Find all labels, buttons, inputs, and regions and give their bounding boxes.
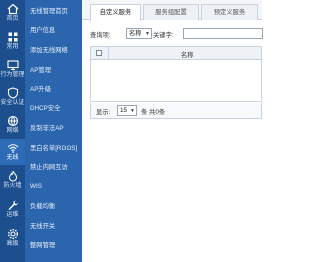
grid-icon	[8, 32, 17, 42]
nav-label: 常用	[6, 44, 19, 50]
show-label: 显示:	[96, 109, 111, 116]
submenu-item[interactable]: 用户信息	[25, 22, 82, 39]
record-count-text: 条 共0条	[141, 109, 166, 116]
submenu-item[interactable]: 负载均衡	[25, 198, 82, 215]
nav-common[interactable]: 常用	[0, 28, 25, 54]
submenu-item[interactable]: 无线管理首页	[25, 3, 82, 20]
tab-custom-service[interactable]: 自定义服务	[90, 4, 141, 21]
tab-bar: 自定义服务 服务组配置 预定义服务	[82, 0, 262, 21]
submenu-item[interactable]: 添加无线网络	[25, 42, 82, 59]
shield-icon	[7, 87, 18, 99]
nav-label: 运维	[6, 212, 19, 218]
nav-maintenance[interactable]: 运维	[0, 196, 25, 222]
nav-firewall[interactable]: 防火墙	[0, 167, 25, 193]
query-field-select[interactable]: 名称 ▼	[126, 28, 152, 39]
nav-label: 高级	[6, 241, 19, 247]
tab-predefined-service[interactable]: 预定义服务	[201, 4, 258, 20]
wireless-submenu: 无线管理首页 用户信息 添加无线网络 AP管理 AP升级 DHCP安全 反制非法…	[25, 0, 82, 262]
nav-label: 首页	[6, 16, 19, 22]
query-field-value: 名称	[129, 30, 142, 37]
service-table: 名称	[90, 46, 262, 102]
gear-icon	[7, 228, 18, 240]
nav-label: 安全认证	[0, 100, 25, 106]
nav-home[interactable]: 首页	[0, 0, 25, 26]
page-size-value: 15	[120, 107, 128, 114]
nav-network[interactable]: 网络	[0, 112, 25, 138]
query-item-label: 查询项:	[90, 32, 111, 39]
nav-wireless[interactable]: 无线	[0, 139, 25, 165]
submenu-item[interactable]: 无线开关	[25, 218, 82, 235]
network-icon	[7, 115, 18, 127]
search-bar: 查询项: 名称 ▼ 关键字:	[82, 27, 263, 41]
app-window: 首页 常用 行为管理 安全认证 网络 无线 防火墙 运维 高级 无线管理首页 用…	[0, 0, 263, 262]
wrench-icon	[8, 200, 18, 210]
tab-service-group[interactable]: 服务组配置	[143, 4, 199, 20]
submenu-item[interactable]: AP升级	[25, 81, 82, 98]
column-divider	[108, 47, 109, 60]
monitor-icon	[6, 60, 19, 71]
nav-label: 无线	[6, 155, 19, 161]
submenu-item[interactable]: 禁止内网互访	[25, 159, 82, 176]
home-icon	[7, 3, 18, 15]
nav-label: 行为管理	[0, 72, 25, 78]
wifi-icon	[7, 144, 18, 153]
select-all-checkbox[interactable]	[96, 50, 102, 56]
submenu-item[interactable]: WIS	[25, 178, 82, 195]
table-header: 名称	[91, 47, 261, 60]
submenu-item[interactable]: 整网管理	[25, 237, 82, 254]
submenu-item[interactable]: AP管理	[25, 62, 82, 79]
pagination-bar: 显示: 15 ▼ 条 共0条	[90, 103, 262, 119]
submenu-item[interactable]: DHCP安全	[25, 100, 82, 117]
submenu-item[interactable]: 黑白名单[RGOS]	[25, 140, 82, 157]
main-nav-rail: 首页 常用 行为管理 安全认证 网络 无线 防火墙 运维 高级	[0, 0, 25, 262]
main-panel: 自定义服务 服务组配置 预定义服务 查询项: 名称 ▼ 关键字: 名称 显示: …	[82, 0, 263, 262]
nav-security-auth[interactable]: 安全认证	[0, 84, 25, 110]
nav-advanced[interactable]: 高级	[0, 225, 25, 251]
chevron-down-icon: ▼	[145, 31, 150, 37]
column-header-name[interactable]: 名称	[181, 50, 194, 59]
firewall-icon	[8, 170, 17, 182]
keyword-input[interactable]	[183, 28, 263, 39]
keyword-label: 关键字:	[153, 32, 174, 39]
chevron-down-icon: ▼	[130, 108, 135, 114]
nav-label: 网络	[6, 128, 19, 134]
page-size-select[interactable]: 15 ▼	[117, 105, 137, 116]
submenu-item[interactable]: 反制非法AP	[25, 120, 82, 137]
nav-label: 防火墙	[3, 183, 22, 189]
nav-behavior[interactable]: 行为管理	[0, 56, 25, 82]
